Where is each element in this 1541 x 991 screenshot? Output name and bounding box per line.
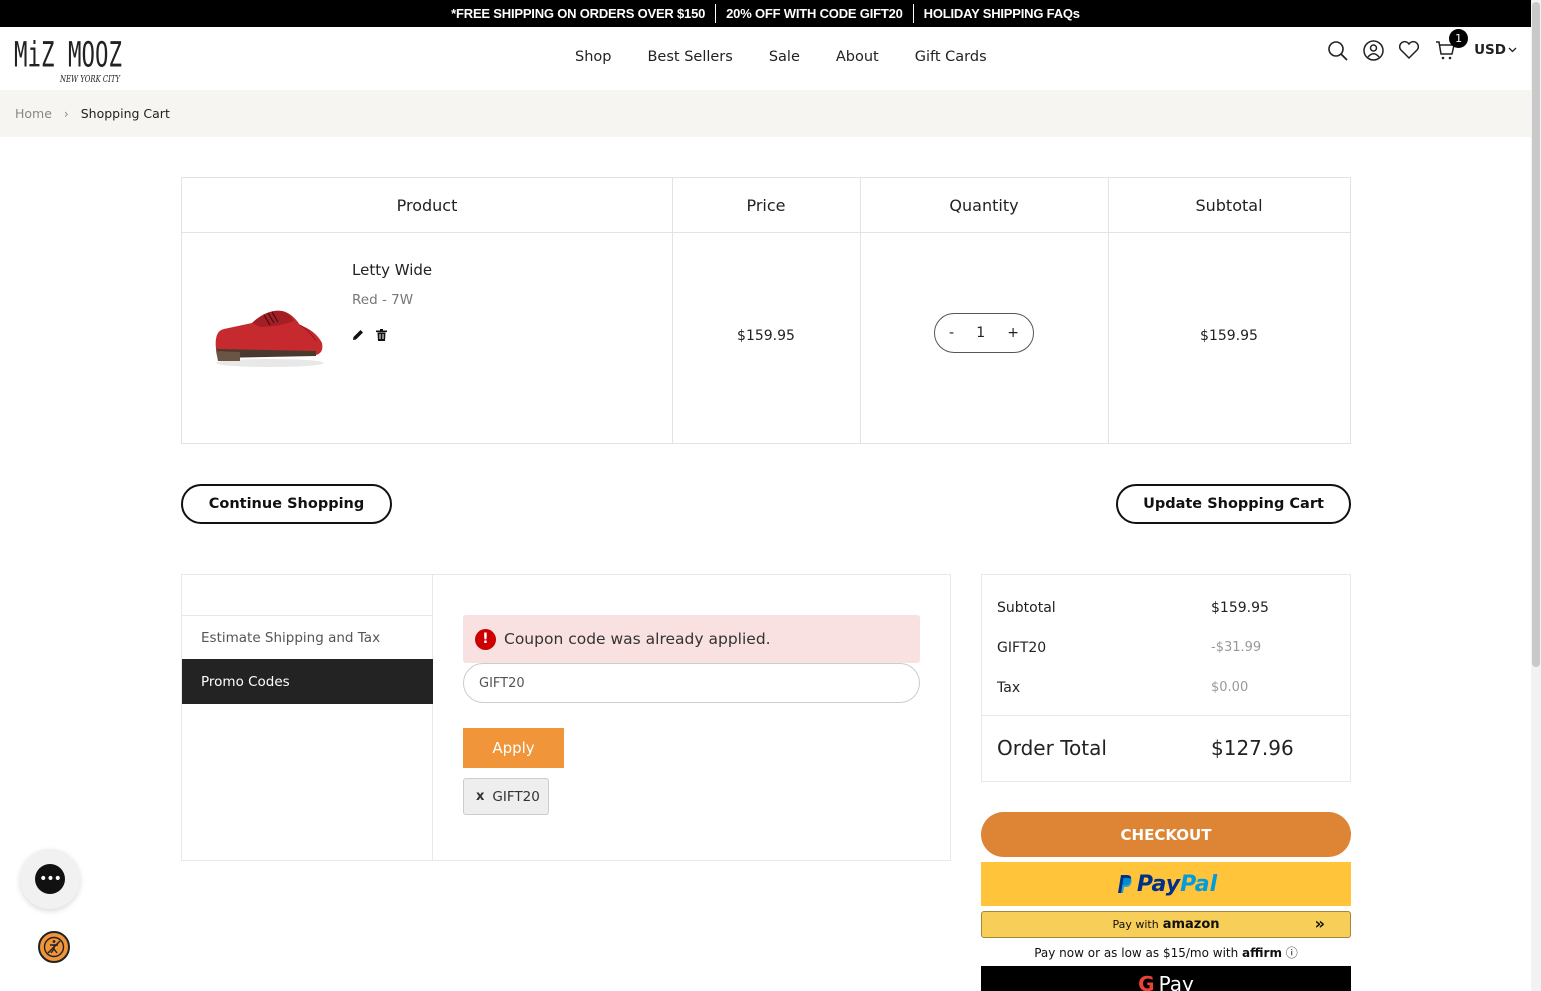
discount-tabs: Estimate Shipping and Tax Promo Codes xyxy=(182,575,433,860)
accessibility-icon[interactable] xyxy=(38,931,70,963)
announcement-discount[interactable]: 20% OFF WITH CODE GIFT20 xyxy=(716,6,913,21)
alert-message: Coupon code was already applied. xyxy=(504,630,771,648)
order-total-label: Order Total xyxy=(997,736,1107,760)
logo-main-text: MiZ MOOZ xyxy=(14,35,122,75)
breadcrumb-home[interactable]: Home xyxy=(15,106,52,121)
breadcrumb: Home › Shopping Cart xyxy=(0,90,1531,137)
page-scrollbar[interactable] xyxy=(1531,0,1541,991)
remove-coupon-button[interactable]: x xyxy=(476,789,484,804)
order-total: Order Total $127.96 xyxy=(997,736,1294,760)
affirm-message: Pay now or as low as $15/mo with affirm … xyxy=(981,944,1351,961)
column-divider xyxy=(860,178,861,443)
item-subtotal: $159.95 xyxy=(1200,328,1258,344)
column-divider xyxy=(672,178,673,443)
scrollbar-thumb[interactable] xyxy=(1532,2,1540,667)
account-icon[interactable] xyxy=(1362,39,1384,61)
announcement-free-shipping[interactable]: *FREE SHIPPING ON ORDERS OVER $150 xyxy=(441,6,715,21)
summary-value: -$31.99 xyxy=(1211,640,1262,655)
cart-table: Product Price Quantity Subtotal Letty Wi… xyxy=(181,177,1351,444)
order-summary: Subtotal $159.95 GIFT20 -$31.99 Tax $0.0… xyxy=(981,574,1351,782)
column-divider xyxy=(1108,178,1109,443)
summary-label: Subtotal xyxy=(997,600,1056,616)
amazon-pay-prefix: Pay with xyxy=(1112,918,1159,931)
nav-sale[interactable]: Sale xyxy=(769,49,800,65)
trash-icon[interactable] xyxy=(376,326,387,345)
quantity-decrement-button[interactable]: - xyxy=(949,325,954,341)
coupon-code-input[interactable] xyxy=(463,663,920,703)
tab-promo-codes[interactable]: Promo Codes xyxy=(182,659,433,704)
summary-label: Tax xyxy=(997,680,1021,696)
quantity-value[interactable]: 1 xyxy=(976,325,985,341)
logo-sub-text: NEW YORK CITY xyxy=(59,75,121,85)
amazon-brand: amazon xyxy=(1162,917,1220,932)
affirm-text: Pay now or as low as $15/mo with xyxy=(1034,946,1239,960)
header-product: Product xyxy=(182,178,672,233)
cart-count-badge: 1 xyxy=(1449,29,1469,48)
google-pay-text: Pay xyxy=(1158,972,1194,991)
currency-selector[interactable]: USD xyxy=(1474,42,1517,58)
paypal-logo-icon xyxy=(1117,875,1132,893)
chat-bubble-icon: ••• xyxy=(35,864,65,894)
affirm-brand: affirm xyxy=(1242,946,1282,960)
order-total-value: $127.96 xyxy=(1211,736,1294,760)
header-price: Price xyxy=(672,178,860,233)
nav-gift-cards[interactable]: Gift Cards xyxy=(915,49,987,65)
header-icons: 1 USD xyxy=(1326,29,1517,61)
chevron-right-icon: › xyxy=(63,106,69,121)
nav-shop[interactable]: Shop xyxy=(575,49,611,65)
apply-coupon-button[interactable]: Apply xyxy=(463,728,564,768)
nav-best-sellers[interactable]: Best Sellers xyxy=(647,49,732,65)
product-variant: Red - 7W xyxy=(352,292,414,308)
paypal-text-pal: Pal xyxy=(1180,871,1218,897)
summary-value: $159.95 xyxy=(1211,600,1269,616)
item-price: $159.95 xyxy=(737,328,795,344)
cart-icon[interactable]: 1 xyxy=(1434,29,1469,61)
product-image[interactable] xyxy=(212,301,328,371)
error-exclamation-icon: ! xyxy=(475,628,496,650)
nav-about[interactable]: About xyxy=(836,49,879,65)
applied-coupon-code: GIFT20 xyxy=(492,788,540,805)
quantity-increment-button[interactable]: + xyxy=(1007,325,1019,341)
announcement-holiday-faqs[interactable]: HOLIDAY SHIPPING FAQs xyxy=(914,6,1090,21)
error-alert: ! Coupon code was already applied. xyxy=(463,615,920,663)
google-pay-button[interactable]: G Pay xyxy=(981,966,1351,991)
continue-shopping-button[interactable]: Continue Shopping xyxy=(181,484,392,524)
checkout-button[interactable]: CHECKOUT xyxy=(981,812,1351,857)
edit-pencil-icon[interactable] xyxy=(352,326,364,345)
logo[interactable]: MiZ MOOZ NEW YORK CITY xyxy=(14,32,124,86)
info-icon[interactable]: ⓘ xyxy=(1286,946,1298,960)
summary-row-tax: Tax $0.00 xyxy=(997,680,1337,696)
summary-row-subtotal: Subtotal $159.95 xyxy=(997,600,1337,616)
header-quantity: Quantity xyxy=(860,178,1108,233)
summary-row-discount: GIFT20 -$31.99 xyxy=(997,640,1337,656)
summary-value: $0.00 xyxy=(1211,680,1249,695)
product-name[interactable]: Letty Wide xyxy=(352,261,432,279)
chat-widget-button[interactable]: ••• xyxy=(20,849,80,909)
currency-label: USD xyxy=(1474,42,1506,58)
applied-coupon-chip: x GIFT20 xyxy=(463,778,549,815)
breadcrumb-current: Shopping Cart xyxy=(80,106,170,121)
search-icon[interactable] xyxy=(1326,39,1348,61)
product-actions xyxy=(352,326,387,345)
paypal-text-pay: Pay xyxy=(1136,871,1181,897)
announcement-bar: *FREE SHIPPING ON ORDERS OVER $150 20% O… xyxy=(0,0,1531,27)
update-cart-button[interactable]: Update Shopping Cart xyxy=(1116,484,1351,524)
amazon-pay-button[interactable]: Pay with amazon » xyxy=(981,911,1351,938)
summary-divider xyxy=(982,715,1350,716)
wishlist-heart-icon[interactable] xyxy=(1398,39,1420,61)
quantity-stepper: - 1 + xyxy=(934,313,1034,353)
discount-panel: Estimate Shipping and Tax Promo Codes ! … xyxy=(181,574,951,861)
header-subtotal: Subtotal xyxy=(1108,178,1350,233)
site-header: MiZ MOOZ NEW YORK CITY Shop Best Sellers… xyxy=(0,27,1531,90)
tab-estimate-shipping[interactable]: Estimate Shipping and Tax xyxy=(182,615,433,660)
paypal-button[interactable]: Pay Pal xyxy=(981,862,1351,906)
logo-mark: MiZ MOOZ NEW YORK CITY xyxy=(14,35,122,85)
google-g-icon: G xyxy=(1138,972,1155,991)
double-chevron-icon: » xyxy=(1314,914,1325,933)
main-nav: Shop Best Sellers Sale About Gift Cards xyxy=(575,49,987,65)
chevron-down-icon xyxy=(1508,47,1517,53)
summary-label: GIFT20 xyxy=(997,640,1047,656)
